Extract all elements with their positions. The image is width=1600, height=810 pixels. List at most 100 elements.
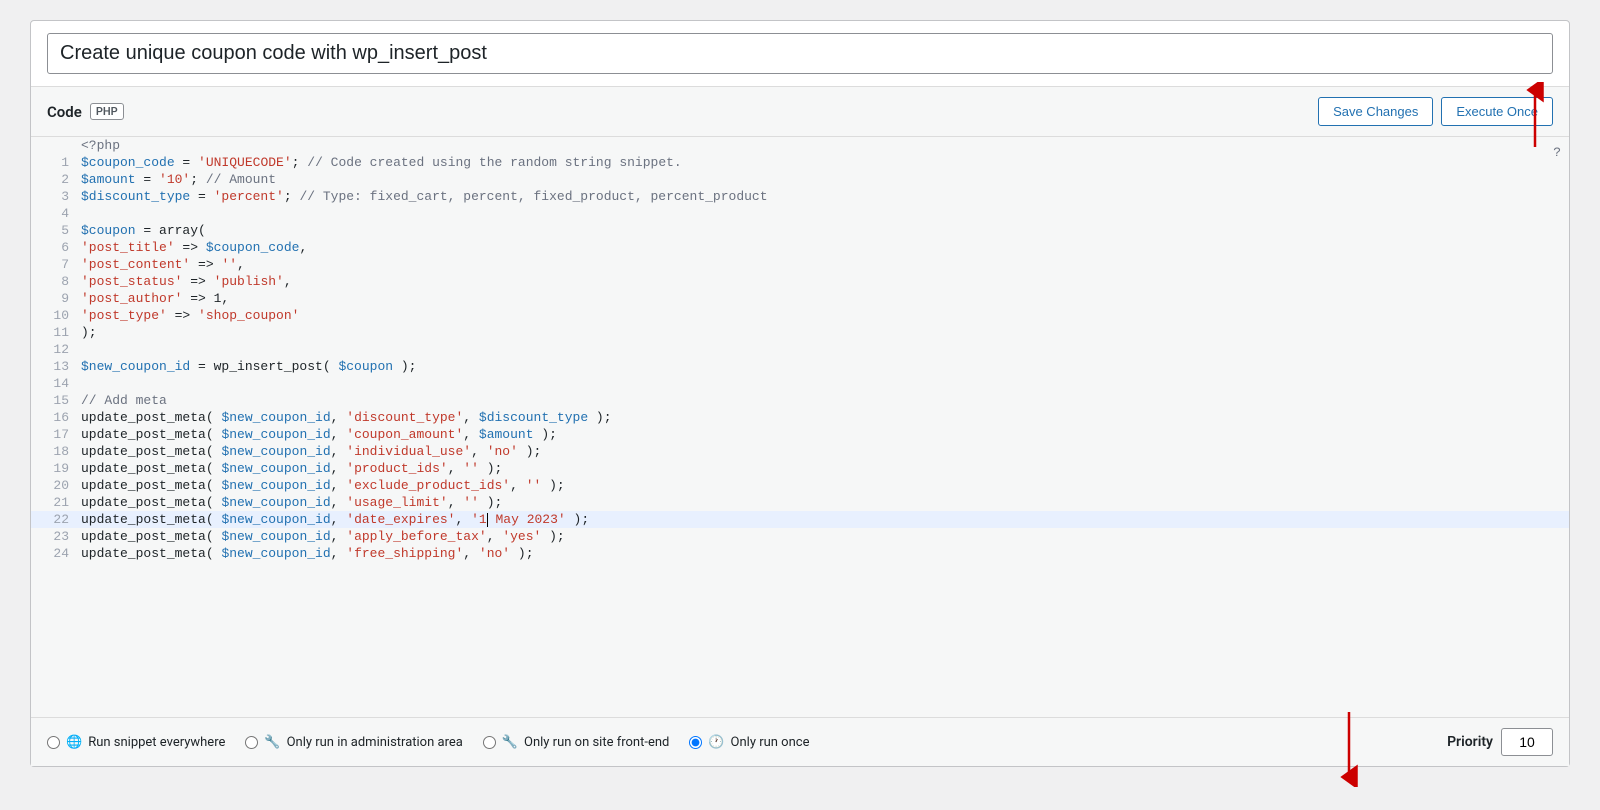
line-number: 9: [31, 290, 81, 307]
code-row: 12: [31, 341, 1569, 358]
radio-once[interactable]: [689, 736, 702, 749]
radio-admin[interactable]: [245, 736, 258, 749]
line-number: 4: [31, 205, 81, 222]
line-number: 11: [31, 324, 81, 341]
code-row: 18 update_post_meta( $new_coupon_id, 'in…: [31, 443, 1569, 460]
line-number: 18: [31, 443, 81, 460]
code-row: 8 'post_status' => 'publish',: [31, 273, 1569, 290]
line-number: 7: [31, 256, 81, 273]
code-row: 14: [31, 375, 1569, 392]
radio-frontend[interactable]: [483, 736, 496, 749]
line-content: update_post_meta( $new_coupon_id, 'date_…: [81, 511, 1569, 528]
priority-group: Priority: [1447, 728, 1553, 756]
globe-icon: 🌐: [66, 735, 82, 750]
line-content: [81, 205, 1569, 222]
line-content: [81, 341, 1569, 358]
code-label-text: Code: [47, 103, 82, 121]
line-content: update_post_meta( $new_coupon_id, 'free_…: [81, 545, 1569, 562]
code-row: 13 $new_coupon_id = wp_insert_post( $cou…: [31, 358, 1569, 375]
line-content: 'post_author' => 1,: [81, 290, 1569, 307]
line-content: $amount = '10'; // Amount: [81, 171, 1569, 188]
header-buttons: Save Changes Execute Once: [1318, 97, 1553, 126]
line-content: update_post_meta( $new_coupon_id, 'indiv…: [81, 443, 1569, 460]
radio-label-frontend: Only run on site front-end: [524, 735, 669, 750]
line-content: update_post_meta( $new_coupon_id, 'coupo…: [81, 426, 1569, 443]
line-content: 'post_status' => 'publish',: [81, 273, 1569, 290]
line-number: 22: [31, 511, 81, 528]
code-label: Code PHP: [47, 103, 124, 121]
line-content: $coupon_code = 'UNIQUECODE'; // Code cre…: [81, 154, 1569, 171]
line-number: 17: [31, 426, 81, 443]
code-row: 3 $discount_type = 'percent'; // Type: f…: [31, 188, 1569, 205]
main-container: Code PHP Save Changes Execute Once: [30, 20, 1570, 767]
line-number: 21: [31, 494, 81, 511]
line-number: [31, 137, 81, 154]
radio-item-admin[interactable]: 🔧 Only run in administration area: [245, 735, 462, 750]
line-number: 3: [31, 188, 81, 205]
clock-icon: 🕐: [708, 735, 724, 750]
code-editor[interactable]: <?php 1 $coupon_code = 'UNIQUECODE'; // …: [31, 137, 1569, 717]
line-content: update_post_meta( $new_coupon_id, 'disco…: [81, 409, 1569, 426]
line-content: 'post_content' => '',: [81, 256, 1569, 273]
code-row: 16 update_post_meta( $new_coupon_id, 'di…: [31, 409, 1569, 426]
line-number: 14: [31, 375, 81, 392]
radio-item-frontend[interactable]: 🔧 Only run on site front-end: [483, 735, 670, 750]
snippet-title-input[interactable]: [47, 33, 1553, 74]
code-row: 19 update_post_meta( $new_coupon_id, 'pr…: [31, 460, 1569, 477]
run-options-group: 🌐 Run snippet everywhere 🔧 Only run in a…: [47, 735, 809, 750]
code-row: <?php: [31, 137, 1569, 154]
priority-label: Priority: [1447, 734, 1493, 750]
line-content: update_post_meta( $new_coupon_id, 'apply…: [81, 528, 1569, 545]
line-number: 15: [31, 392, 81, 409]
line-number: 19: [31, 460, 81, 477]
code-row: 6 'post_title' => $coupon_code,: [31, 239, 1569, 256]
radio-label-once: Only run once: [731, 735, 810, 750]
line-content: update_post_meta( $new_coupon_id, 'exclu…: [81, 477, 1569, 494]
line-number: 13: [31, 358, 81, 375]
radio-item-once[interactable]: 🕐 Only run once: [689, 735, 809, 750]
radio-everywhere[interactable]: [47, 736, 60, 749]
line-content: 'post_type' => 'shop_coupon': [81, 307, 1569, 324]
line-content: 'post_title' => $coupon_code,: [81, 239, 1569, 256]
code-wrapper: <?php 1 $coupon_code = 'UNIQUECODE'; // …: [31, 137, 1569, 717]
code-row: 24 update_post_meta( $new_coupon_id, 'fr…: [31, 545, 1569, 562]
line-number: 24: [31, 545, 81, 562]
priority-input[interactable]: [1501, 728, 1553, 756]
line-content: update_post_meta( $new_coupon_id, 'usage…: [81, 494, 1569, 511]
line-number: 10: [31, 307, 81, 324]
line-content: $discount_type = 'percent'; // Type: fix…: [81, 188, 1569, 205]
code-row: 5 $coupon = array(: [31, 222, 1569, 239]
radio-label-everywhere: Run snippet everywhere: [88, 735, 225, 750]
code-row: 10 'post_type' => 'shop_coupon': [31, 307, 1569, 324]
title-bar: [31, 21, 1569, 87]
code-row: 4: [31, 205, 1569, 222]
code-row: 20 update_post_meta( $new_coupon_id, 'ex…: [31, 477, 1569, 494]
line-number: 6: [31, 239, 81, 256]
php-badge: PHP: [90, 103, 124, 120]
line-number: 1: [31, 154, 81, 171]
code-row: 9 'post_author' => 1,: [31, 290, 1569, 307]
code-row: 1 $coupon_code = 'UNIQUECODE'; // Code c…: [31, 154, 1569, 171]
line-content: // Add meta: [81, 392, 1569, 409]
line-content: [81, 375, 1569, 392]
line-content: $new_coupon_id = wp_insert_post( $coupon…: [81, 358, 1569, 375]
line-content: );: [81, 324, 1569, 341]
radio-item-everywhere[interactable]: 🌐 Run snippet everywhere: [47, 735, 225, 750]
code-row: 17 update_post_meta( $new_coupon_id, 'co…: [31, 426, 1569, 443]
line-number: 8: [31, 273, 81, 290]
code-row: 11 );: [31, 324, 1569, 341]
code-row: 23 update_post_meta( $new_coupon_id, 'ap…: [31, 528, 1569, 545]
wrench-icon-2: 🔧: [502, 735, 518, 750]
line-number: 16: [31, 409, 81, 426]
help-icon[interactable]: ?: [1553, 145, 1561, 160]
code-row: 15 // Add meta: [31, 392, 1569, 409]
code-header: Code PHP Save Changes Execute Once: [31, 87, 1569, 137]
line-number: 5: [31, 222, 81, 239]
execute-once-button[interactable]: Execute Once: [1441, 97, 1553, 126]
line-number: 12: [31, 341, 81, 358]
wrench-icon: 🔧: [264, 735, 280, 750]
save-changes-button[interactable]: Save Changes: [1318, 97, 1433, 126]
code-lines: <?php 1 $coupon_code = 'UNIQUECODE'; // …: [31, 137, 1569, 562]
line-number: 23: [31, 528, 81, 545]
radio-label-admin: Only run in administration area: [287, 735, 463, 750]
